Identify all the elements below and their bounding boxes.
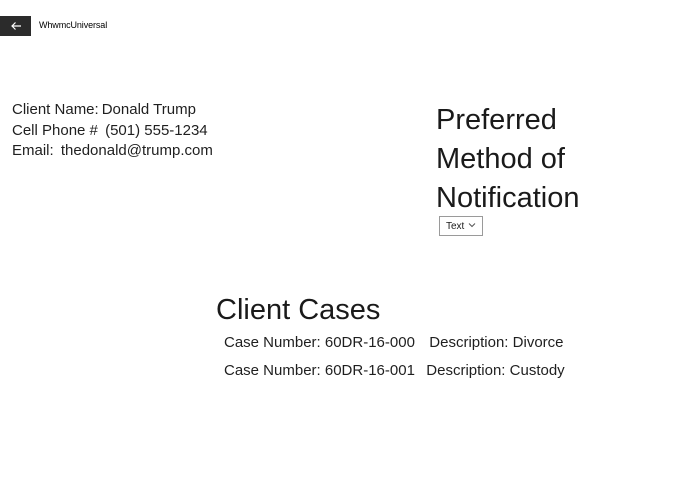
back-button[interactable]	[0, 16, 31, 36]
case-description-value: Divorce	[512, 334, 564, 351]
arrow-left-icon	[10, 22, 21, 30]
case-description-value: Custody	[509, 362, 565, 379]
client-name-value: Donald Trump	[101, 101, 196, 118]
case-row: Case Number: 60DR-16-000 Description: Di…	[224, 333, 564, 353]
case-number-label: Case Number:	[224, 334, 321, 351]
cell-phone-label: Cell Phone #	[12, 121, 98, 139]
case-description-label: Description:	[426, 362, 506, 379]
case-description-label: Description:	[429, 334, 509, 351]
client-cases-heading: Client Cases	[216, 294, 381, 326]
cell-phone-row: Cell Phone # (501) 555-1234	[12, 121, 213, 142]
notification-method-dropdown[interactable]: Text	[439, 216, 483, 236]
title-bar: WhwmcUniversal	[0, 0, 695, 36]
cell-phone-value: (501) 555-1234	[105, 121, 208, 139]
case-number-value: 60DR-16-000	[324, 334, 415, 351]
case-number-value: 60DR-16-001	[324, 362, 415, 379]
client-name-row: Client Name: Donald Trump	[12, 100, 213, 121]
preferred-notification-heading: Preferred Method of Notification	[436, 104, 580, 214]
client-name-label: Client Name:	[12, 101, 99, 118]
email-value: thedonald@trump.com	[60, 142, 213, 159]
email-row: Email: thedonald@trump.com	[12, 141, 213, 162]
case-number-label: Case Number:	[224, 362, 321, 379]
case-row: Case Number: 60DR-16-001 Description: Cu…	[224, 361, 565, 381]
client-info: Client Name: Donald Trump Cell Phone # (5…	[12, 100, 213, 162]
email-label: Email:	[12, 142, 54, 159]
app-title: WhwmcUniversal	[39, 20, 108, 30]
notification-method-selected: Text	[446, 220, 465, 232]
chevron-down-icon	[468, 223, 476, 228]
